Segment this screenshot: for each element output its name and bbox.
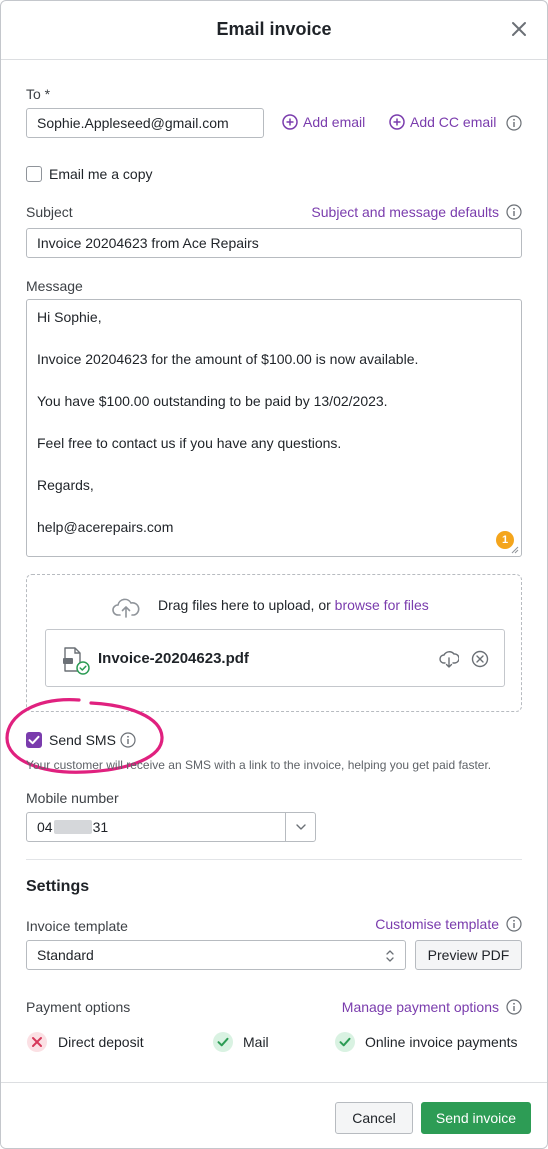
upload-prompt: Drag files here to upload, or browse for…: [158, 597, 429, 613]
select-arrows-icon: [386, 950, 394, 962]
dialog-title: Email invoice: [216, 19, 332, 39]
browse-files-link[interactable]: browse for files: [335, 597, 429, 613]
invoice-template-label: Invoice template: [26, 918, 128, 934]
mobile-number-label: Mobile number: [26, 790, 119, 806]
payment-option-label: Direct deposit: [58, 1034, 144, 1050]
resize-handle-icon[interactable]: [511, 546, 519, 554]
info-icon[interactable]: [506, 204, 522, 220]
disabled-cross-icon: [27, 1032, 47, 1052]
mobile-number-field[interactable]: 04 31: [26, 812, 316, 842]
email-invoice-dialog: Email invoice To * Sophie.Appleseed@gmai…: [0, 0, 548, 1149]
message-line: Hi Sophie,: [37, 309, 102, 325]
payment-option-label: Mail: [243, 1034, 269, 1050]
payment-option-direct-deposit: Direct deposit: [26, 1031, 144, 1053]
file-name: Invoice-20204623.pdf: [98, 650, 249, 667]
cloud-download-icon[interactable]: [439, 649, 459, 669]
section-divider: [26, 859, 522, 860]
info-icon[interactable]: [506, 115, 522, 131]
message-line: help@acerepairs.com: [37, 519, 174, 535]
chevron-down-icon: [295, 824, 306, 830]
send-invoice-button[interactable]: Send invoice: [421, 1102, 531, 1134]
message-textarea[interactable]: Hi Sophie, Invoice 20204623 for the amou…: [26, 299, 522, 557]
email-copy-label: Email me a copy: [49, 166, 153, 182]
invoice-template-select[interactable]: Standard: [26, 940, 406, 970]
pdf-file-icon: [63, 647, 90, 675]
add-cc-email-button[interactable]: Add CC email: [389, 114, 496, 130]
add-cc-email-label: Add CC email: [410, 114, 497, 130]
message-line: Regards,: [37, 477, 94, 493]
remove-file-icon[interactable]: [471, 650, 489, 668]
to-email-field[interactable]: Sophie.Appleseed@gmail.com: [26, 108, 264, 138]
info-icon[interactable]: [120, 732, 136, 748]
redacted-digits: [53, 820, 92, 834]
subject-defaults-link[interactable]: Subject and message defaults: [311, 204, 499, 220]
add-email-button[interactable]: Add email: [282, 114, 365, 130]
upload-prompt-text: Drag files here to upload, or: [158, 597, 331, 613]
attached-file: Invoice-20204623.pdf: [45, 629, 505, 687]
subject-label: Subject: [26, 204, 73, 220]
send-sms-checkbox[interactable]: [26, 732, 42, 748]
cancel-button[interactable]: Cancel: [335, 1102, 413, 1134]
mobile-suffix: 31: [92, 819, 109, 835]
manage-payment-options-link[interactable]: Manage payment options: [342, 999, 499, 1015]
mobile-prefix: 04: [37, 819, 53, 835]
enabled-check-icon: [335, 1032, 355, 1052]
to-label: To *: [26, 86, 51, 102]
payment-options-label: Payment options: [26, 999, 131, 1015]
info-icon[interactable]: [506, 916, 522, 932]
add-email-label: Add email: [303, 114, 366, 130]
settings-title: Settings: [26, 878, 90, 895]
payment-option-label: Online invoice payments: [365, 1034, 518, 1050]
message-label: Message: [26, 278, 83, 294]
file-dropzone[interactable]: Drag files here to upload, or browse for…: [26, 574, 522, 712]
add-circle-icon: [282, 114, 298, 130]
info-icon[interactable]: [506, 999, 522, 1015]
template-selected-value: Standard: [37, 947, 94, 963]
payment-option-mail: Mail: [212, 1031, 269, 1053]
dialog-footer: Cancel Send invoice: [1, 1082, 547, 1148]
sms-hint: Your customer will receive an SMS with a…: [26, 758, 492, 772]
preview-pdf-button[interactable]: Preview PDF: [415, 940, 522, 970]
subject-field[interactable]: Invoice 20204623 from Ace Repairs: [26, 228, 522, 258]
message-line: You have $100.00 outstanding to be paid …: [37, 393, 388, 409]
email-copy-checkbox[interactable]: [26, 166, 42, 182]
payment-option-online: Online invoice payments: [334, 1031, 518, 1053]
add-circle-icon: [389, 114, 405, 130]
message-line: Invoice 20204623 for the amount of $100.…: [37, 351, 419, 367]
dialog-header: Email invoice: [1, 1, 547, 60]
country-dropdown-toggle[interactable]: [285, 813, 315, 841]
send-sms-label: Send SMS: [49, 732, 116, 748]
cloud-upload-icon: [112, 598, 140, 618]
enabled-check-icon: [213, 1032, 233, 1052]
customise-template-link[interactable]: Customise template: [375, 916, 499, 932]
checkmark-icon: [28, 735, 40, 745]
message-line: Feel free to contact us if you have any …: [37, 435, 342, 451]
close-icon[interactable]: [511, 21, 527, 37]
